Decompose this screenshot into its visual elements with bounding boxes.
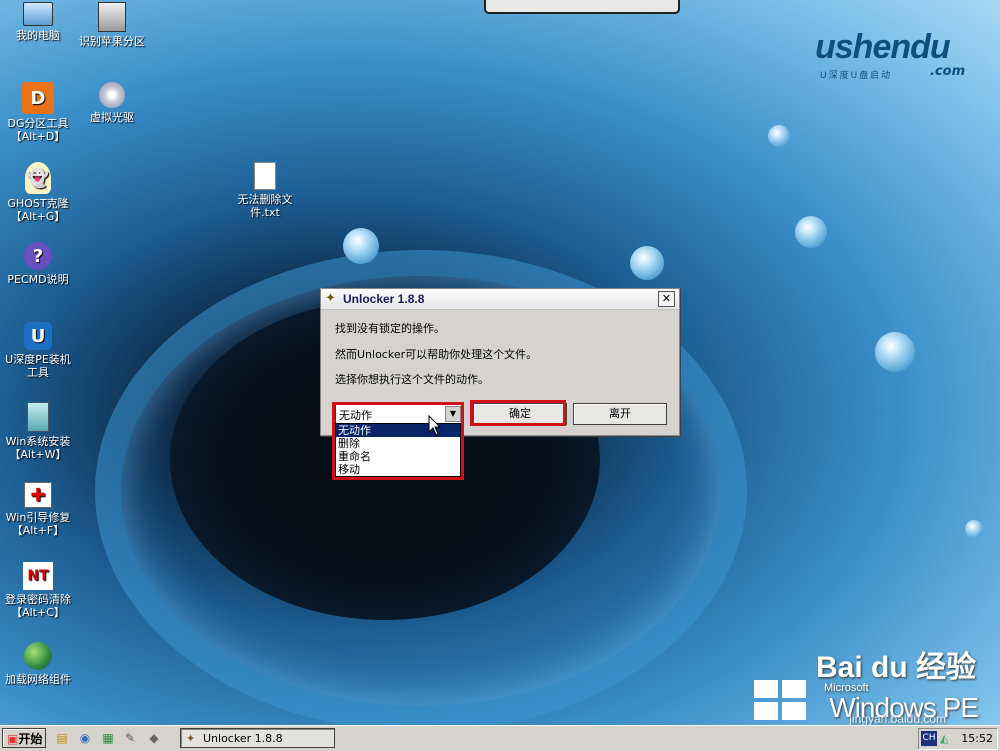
icon-label: PECMD说明 [7, 273, 69, 286]
icon-label: GHOST克隆 [7, 197, 69, 210]
installer-icon [27, 402, 49, 432]
desktop-icon-virtual-drive[interactable]: 虚拟光驱 [74, 82, 150, 124]
icon-label: Win引导修复 [5, 511, 71, 524]
action-dropdown-list: 无动作 删除 重命名 移动 [335, 423, 461, 477]
desktop-icon-network[interactable]: 加载网络组件 [0, 642, 76, 686]
task-label: Unlocker 1.8.8 [203, 732, 283, 745]
windows-flag-icon: ▣ [7, 732, 19, 746]
desktop-icon-boot-repair[interactable]: ✚ Win引导修复 【Alt+F】 [0, 482, 76, 537]
icon-label: 虚拟光驱 [90, 111, 134, 124]
top-panel [484, 0, 680, 14]
language-indicator[interactable]: CH [921, 731, 937, 746]
network-tray-icon[interactable]: ◭ [940, 732, 948, 745]
start-label: 开始 [18, 732, 43, 746]
close-button[interactable]: ✕ [658, 291, 675, 307]
ghost-icon: 👻 [25, 162, 51, 194]
magic-wand-icon: ✦ [186, 732, 196, 745]
baidu-url: jingyan.baidu.com [849, 712, 946, 726]
icon-label-shortcut: 【Alt+W】 [9, 448, 67, 461]
diskgenius-icon: D [22, 82, 54, 114]
drive-icon [98, 2, 126, 32]
taskbar-task-unlocker[interactable]: ✦ Unlocker 1.8.8 [180, 728, 335, 748]
icon-label-shortcut: 【Alt+D】 [10, 130, 66, 143]
highlight-ok-box [470, 400, 566, 426]
icon-label: 登录密码清除 [5, 593, 71, 606]
cd-drive-icon [99, 82, 125, 108]
ntpwedit-icon: NT [23, 562, 53, 590]
system-tray: CH ◭ 15:52 [918, 728, 998, 750]
desktop-icon-pecmd[interactable]: ? PECMD说明 [0, 242, 76, 286]
first-aid-icon: ✚ [24, 482, 52, 508]
dialog-message-3: 选择你想执行这个文件的动作。 [335, 373, 489, 386]
dialog-message-1: 找到没有锁定的操作。 [335, 322, 445, 335]
baidu-brand: Bai du 经验 [815, 651, 976, 684]
icon-label: U深度PE装机 [5, 353, 71, 366]
desktop-icon-ghost[interactable]: 👻 GHOST克隆 【Alt+G】 [0, 162, 76, 223]
icon-label: 我的电脑 [16, 29, 60, 42]
desktop-icon-dg-partition[interactable]: D DG分区工具 【Alt+D】 [0, 82, 76, 143]
icon-label-line2: 工具 [27, 366, 49, 379]
logo-com: .com [930, 64, 966, 79]
dialog-titlebar[interactable]: ✦ Unlocker 1.8.8 ✕ [321, 289, 679, 310]
magic-wand-icon: ✦ [325, 291, 336, 306]
icon-label-shortcut: 【Alt+G】 [10, 210, 66, 223]
eraser-icon[interactable]: ◆ [146, 730, 162, 746]
clock: 15:52 [961, 732, 993, 745]
desktop-icon[interactable]: ▦ [100, 730, 116, 746]
dropdown-option-rename[interactable]: 重命名 [336, 450, 460, 463]
water-drop [768, 125, 790, 147]
start-button[interactable]: ▣开始 [2, 728, 46, 748]
windows-logo-icon [754, 680, 806, 720]
icon-label-line2: 件.txt [250, 206, 280, 219]
taskbar: ▣开始 ▤ ◉ ▦ ✎ ◆ ✦ Unlocker 1.8.8 CH ◭ 15:5… [0, 725, 1000, 751]
desktop-icon-my-computer[interactable]: 我的电脑 [0, 2, 76, 42]
ushendu-installer-icon: U [24, 322, 52, 350]
icon-label: 识别苹果分区 [79, 35, 145, 48]
water-drop [630, 246, 664, 280]
computer-icon [23, 2, 53, 26]
water-drop [875, 332, 915, 372]
icon-label: Win系统安装 [5, 435, 71, 448]
dialog-message-2: 然而Unlocker可以帮助你处理这个文件。 [335, 348, 538, 361]
dialog-title: Unlocker 1.8.8 [343, 292, 425, 306]
tools-icon[interactable]: ✎ [122, 730, 138, 746]
desktop-icon-win-install[interactable]: Win系统安装 【Alt+W】 [0, 402, 76, 461]
desktop-icon-apple-partition[interactable]: 识别苹果分区 [74, 2, 150, 48]
dropdown-option-delete[interactable]: 删除 [336, 437, 460, 450]
logo-word: ushendu [815, 28, 951, 66]
desktop-icon-password-clear[interactable]: NT 登录密码清除 【Alt+C】 [0, 562, 76, 619]
network-globe-icon [24, 642, 52, 670]
mouse-cursor-icon [428, 415, 442, 436]
desktop-icon-txt-file[interactable]: 无法删除文 件.txt [227, 162, 303, 219]
icon-label-shortcut: 【Alt+C】 [11, 606, 65, 619]
logo-subtitle: U深度U盘启动 [820, 71, 893, 81]
leave-button[interactable]: 离开 [573, 403, 667, 425]
folder-icon[interactable]: ▤ [54, 730, 70, 746]
help-icon: ? [24, 242, 52, 270]
ushendu-logo: ushendu .com U深度U盘启动 [760, 28, 980, 88]
desktop-icon-pe-installer[interactable]: U U深度PE装机 工具 [0, 322, 76, 379]
water-drop [343, 228, 379, 264]
water-drop [795, 216, 827, 248]
icon-label: 加载网络组件 [5, 673, 71, 686]
dropdown-option-move[interactable]: 移动 [336, 463, 460, 476]
water-drop [965, 520, 983, 538]
icon-label-shortcut: 【Alt+F】 [11, 524, 65, 537]
icon-label: DG分区工具 [7, 117, 69, 130]
text-file-icon [254, 162, 276, 190]
explorer-icon[interactable]: ◉ [77, 730, 93, 746]
icon-label: 无法删除文 [237, 193, 293, 206]
